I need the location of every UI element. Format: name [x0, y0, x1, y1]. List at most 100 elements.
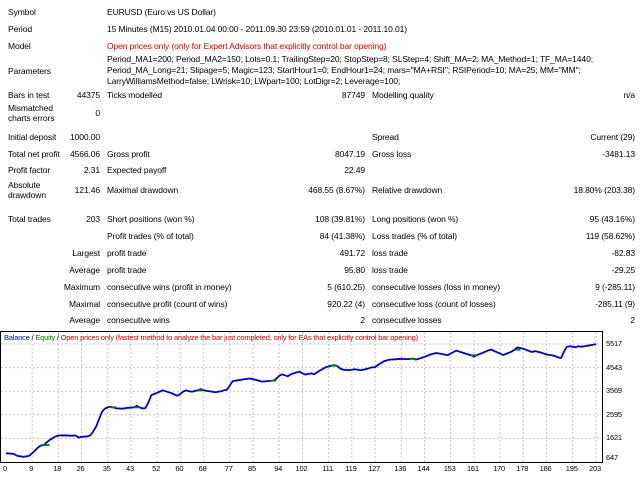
- x-tick-label: 94: [274, 464, 283, 473]
- parameters-line-1: Period_MA1=200; Period_MA2=150; Lots=0.1…: [107, 54, 593, 64]
- period-value: 15 Minutes (M15) 2010.01.04 00:00 - 2011…: [107, 23, 407, 34]
- row-mismatched-errors: Mismatched charts errors 0: [0, 102, 640, 124]
- report-label: Gross loss: [372, 148, 412, 159]
- model-value: Open prices only (only for Expert Adviso…: [107, 40, 387, 51]
- report-label: Loss trades (% of total): [372, 230, 457, 241]
- report-label: Modelling quality: [372, 89, 434, 100]
- report-value: 84 (41.38%): [319, 230, 365, 241]
- row-bars-in-test: Bars in test 44375 Ticks modelled 87749 Mo…: [0, 87, 640, 102]
- report-label: consecutive losses (loss in money): [372, 281, 500, 292]
- report-label: Long positions (won %): [372, 213, 459, 224]
- row-symbol: Symbol EURUSD (Euro vs US Dollar): [0, 3, 640, 20]
- legend-equity: Equity: [35, 333, 56, 342]
- parameters-label: Parameters: [8, 65, 51, 76]
- row-period: Period 15 Minutes (M15) 2010.01.04 00:00…: [0, 20, 640, 37]
- report-label: Expected payoff: [107, 165, 167, 175]
- x-tick-label: 26: [76, 464, 85, 473]
- report-value: 119 (58.62%): [585, 230, 635, 241]
- y-tick-label: 4543: [606, 362, 622, 372]
- report-value: -82.83: [611, 247, 635, 258]
- report-label: consecutive wins (profit in money): [107, 281, 232, 292]
- x-tick-label: 127: [368, 464, 381, 473]
- report-value: Current (29): [590, 131, 635, 142]
- report-label: loss trade: [372, 247, 408, 258]
- row-average-trade: Average profit trade 95.80 loss trade -29.…: [0, 261, 640, 278]
- x-tick-label: 35: [102, 464, 111, 473]
- x-tick-label: 52: [152, 464, 161, 473]
- parameters-line-3: LarryWilliamsMethod=false; LWrisk=10; LW…: [107, 76, 401, 86]
- row-profit-trades: Profit trades (% of total) 84 (41.38%) Lo…: [0, 227, 640, 244]
- row-initial-deposit: Initial deposit 1000.00 Spread Current (29…: [0, 128, 640, 145]
- report-value: 121.46: [74, 185, 101, 195]
- report-label: Maximal drawdown: [107, 185, 179, 195]
- report-value: 4566.06: [69, 148, 100, 159]
- report-label: Gross profit: [107, 148, 150, 159]
- report-label: Relative drawdown: [372, 185, 443, 195]
- report-label: consecutive wins: [107, 314, 170, 325]
- report-value: 95.80: [344, 264, 365, 275]
- balance-curve-canvas: [1, 332, 602, 462]
- row-total-net-profit: Total net profit 4566.06 Gross profit 8047…: [0, 145, 640, 162]
- x-tick-label: 77: [224, 464, 233, 473]
- report-value: 87749: [341, 89, 365, 100]
- report-label: Total net profit: [8, 148, 60, 159]
- x-tick-label: 144: [417, 464, 430, 473]
- report-value: Average: [69, 264, 100, 275]
- y-tick-label: 647: [606, 453, 618, 462]
- model-label: Model: [8, 40, 31, 51]
- row-total-trades: Total trades 203 Short positions (won %) 1…: [0, 210, 640, 227]
- report-label: Mismatched charts errors: [8, 103, 55, 123]
- symbol-label: Symbol: [8, 6, 36, 17]
- legend-mode-note: Open prices only (fastest method to anal…: [60, 333, 418, 342]
- row-largest-trade: Largest profit trade 491.72 loss trade -82…: [0, 244, 640, 261]
- report-value: Maximal: [69, 298, 100, 309]
- y-tick-label: 3569: [606, 386, 622, 396]
- x-tick-label: 119: [345, 464, 357, 473]
- report-value: 491.72: [339, 247, 366, 258]
- x-tick-label: 186: [539, 464, 552, 473]
- report-value: 5 (610.25): [327, 281, 365, 292]
- report-value: 468.55 (8.67%): [308, 185, 365, 195]
- report-value: n/a: [623, 89, 635, 100]
- report-value: 8047.19: [334, 148, 365, 159]
- x-tick-label: 102: [295, 464, 308, 473]
- row-model: Model Open prices only (only for Expert …: [0, 37, 640, 54]
- report-label: loss trade: [372, 264, 408, 275]
- report-value: 920.22 (4): [327, 298, 365, 309]
- balance-chart[interactable]: Balance / Equity / Open prices only (fas…: [0, 331, 603, 463]
- row-average-consecutive: Average consecutive wins 2 consecutive lo…: [0, 312, 640, 327]
- x-tick-label: 136: [394, 464, 407, 473]
- report-label: Ticks modelled: [107, 89, 162, 100]
- row-maximum-consecutive: Maximum consecutive wins (profit in mone…: [0, 278, 640, 295]
- report-label: Short positions (won %): [107, 213, 195, 224]
- row-parameters: Parameters Period_MA1=200; Period_MA2=15…: [0, 54, 640, 87]
- x-tick-label: 43: [125, 464, 134, 473]
- report-value: 2: [630, 314, 635, 325]
- report-label: consecutive profit (count of wins): [107, 298, 228, 309]
- report-value: 2.31: [83, 165, 100, 175]
- symbol-value: EURUSD (Euro vs US Dollar): [107, 6, 216, 17]
- x-tick-label: 195: [565, 464, 578, 473]
- report-value: Largest: [72, 247, 100, 258]
- report-value: -29.25: [611, 264, 635, 275]
- x-tick-label: 85: [248, 464, 257, 473]
- x-axis-labels: 0 9 18 26 35 43 52 60 68 77 85 94 102 111 119 127 136 144…: [0, 464, 603, 476]
- y-tick-label: 5517: [606, 339, 622, 348]
- x-tick-label: 111: [322, 464, 334, 473]
- report-value: -285.11 (9): [595, 298, 635, 309]
- report-value: -3481.13: [602, 148, 635, 159]
- x-tick-label: 178: [516, 464, 529, 473]
- x-tick-label: 153: [443, 464, 456, 473]
- y-tick-label: 1621: [606, 433, 622, 443]
- report-value: Maximum: [63, 281, 100, 292]
- report-value: 22.49: [344, 165, 365, 175]
- period-label: Period: [8, 23, 32, 34]
- report-label: Initial deposit: [8, 131, 57, 142]
- report-value: 18.80% (203.38): [573, 185, 635, 195]
- x-tick-label: 68: [198, 464, 207, 473]
- report-label: Bars in test: [8, 89, 50, 100]
- report-label: Total trades: [8, 213, 51, 224]
- x-tick-label: 60: [175, 464, 184, 473]
- report-value: 203: [86, 213, 100, 224]
- report-value: 0: [95, 108, 100, 118]
